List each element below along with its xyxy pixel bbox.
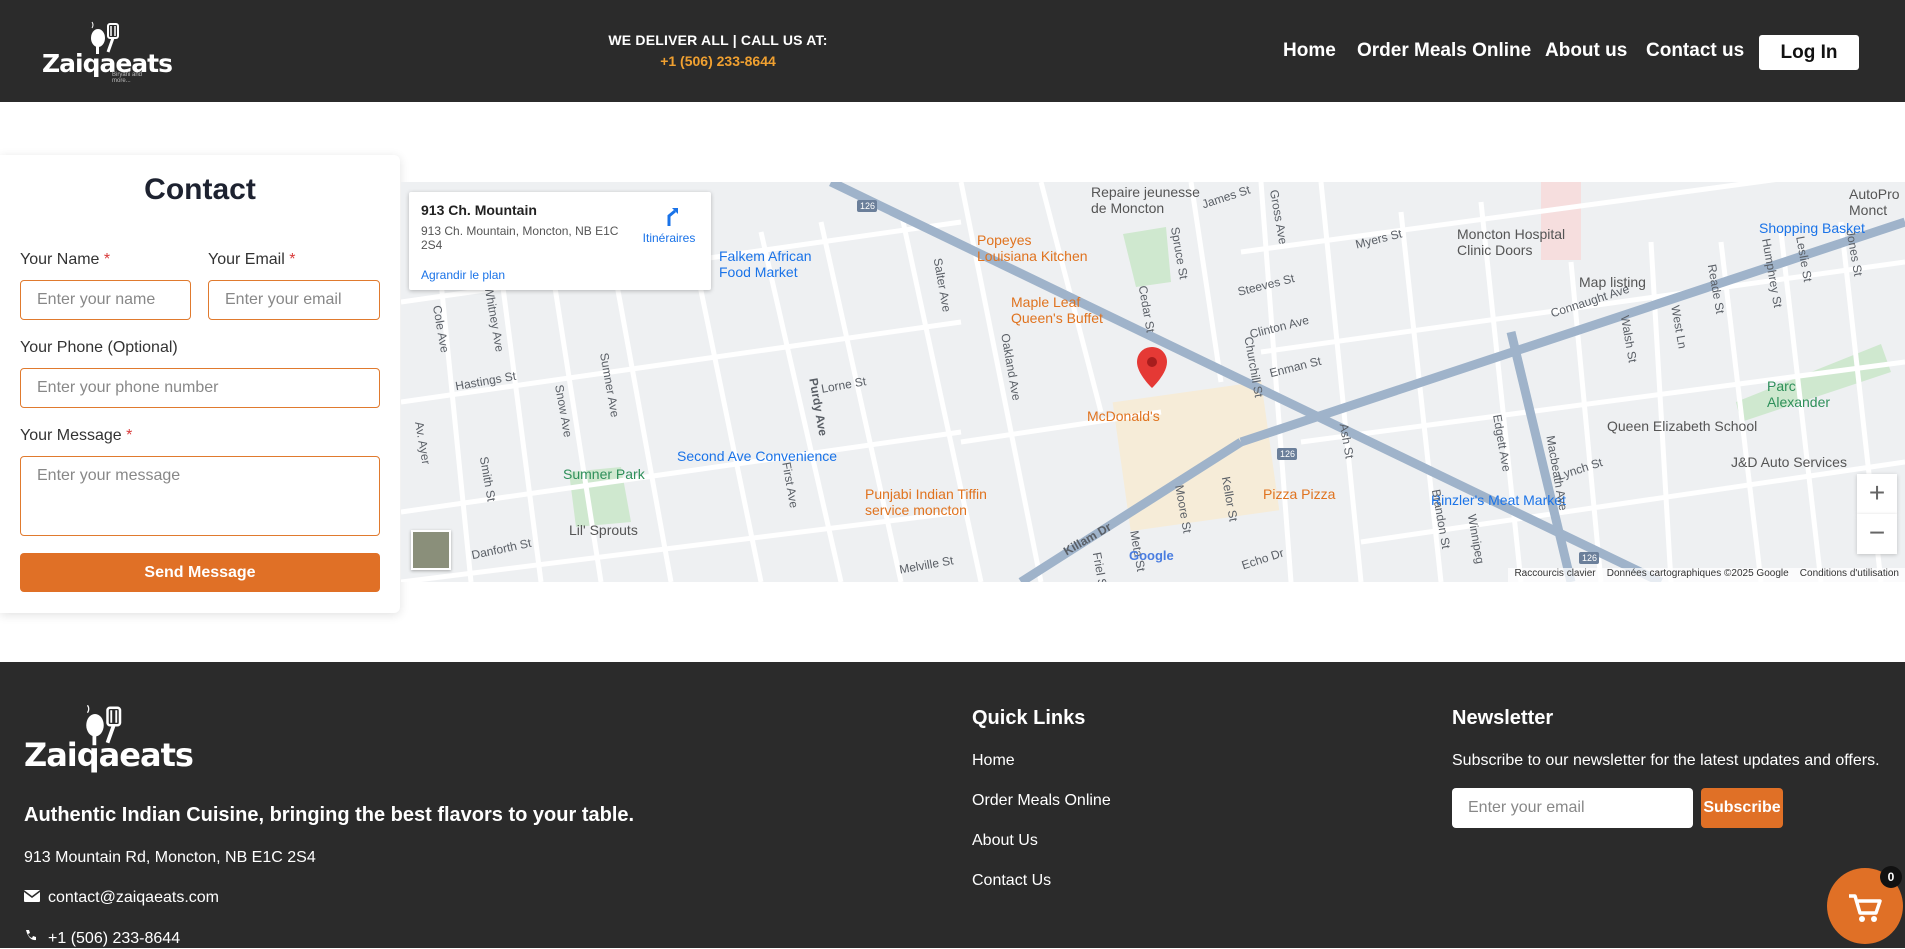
logo[interactable]: Zaiqaeats Biryani and more... — [42, 20, 173, 84]
poi-pizza-pizza[interactable]: Pizza Pizza — [1263, 486, 1335, 502]
phone-icon — [24, 929, 42, 948]
svg-text:126: 126 — [860, 201, 875, 211]
nav-home[interactable]: Home — [1283, 40, 1336, 62]
zoom-out-button[interactable]: − — [1857, 514, 1897, 554]
email-label: Your Email * — [208, 251, 296, 268]
phone-label: Your Phone (Optional) — [20, 339, 178, 356]
svg-text:126: 126 — [1582, 553, 1597, 563]
poi-punjabi[interactable]: Punjabi Indian Tiffin service moncton — [865, 486, 987, 518]
footer-email[interactable]: contact@zaiqaeats.com — [23, 889, 219, 907]
map-info-card: 913 Ch. Mountain 913 Ch. Mountain, Monct… — [409, 192, 711, 290]
keyboard-shortcuts-link[interactable]: Raccourcis clavier — [1514, 568, 1595, 579]
zoom-in-button[interactable]: + — [1857, 474, 1897, 514]
poi-rinzler[interactable]: Rinzler's Meat Market — [1431, 492, 1566, 508]
footer-link-about[interactable]: About Us — [972, 832, 1038, 850]
poi-jd-auto[interactable]: J&D Auto Services — [1731, 454, 1847, 470]
newsletter-text: Subscribe to our newsletter for the late… — [1452, 752, 1880, 769]
newsletter-title: Newsletter — [1452, 707, 1554, 729]
deliver-text: WE DELIVER ALL | CALL US AT: — [608, 32, 828, 48]
map-attribution: Raccourcis clavier Données cartographiqu… — [1508, 568, 1905, 582]
site-footer: Zaiqaeats Authentic Indian Cuisine, brin… — [0, 662, 1905, 948]
logo-tagline: Biryani and more... — [112, 72, 143, 84]
contact-title: Contact — [144, 173, 256, 206]
satellite-toggle[interactable] — [411, 530, 451, 570]
footer-address: 913 Mountain Rd, Moncton, NB E1C 2S4 — [24, 849, 316, 866]
name-label: Your Name * — [20, 251, 111, 268]
newsletter-email-input[interactable]: Enter your email — [1452, 788, 1693, 828]
message-field[interactable]: Enter your message — [20, 456, 380, 536]
poi-repaire[interactable]: Repaire jeunesse de Moncton — [1091, 184, 1200, 216]
poi-lil-sprouts[interactable]: Lil' Sprouts — [569, 522, 638, 538]
footer-tagline: Authentic Indian Cuisine, bringing the b… — [24, 804, 635, 826]
map-data-credit: Données cartographiques ©2025 Google — [1606, 568, 1789, 579]
enlarge-map-link[interactable]: Agrandir le plan — [421, 268, 505, 282]
site-header: Zaiqaeats Biryani and more... WE DELIVER… — [0, 0, 1905, 102]
poi-second-ave[interactable]: Second Ave Convenience — [677, 448, 837, 464]
quick-links-title: Quick Links — [972, 707, 1086, 729]
header-phone[interactable]: +1 (506) 233-8644 — [560, 53, 876, 69]
phone-field[interactable]: Enter your phone number — [20, 368, 380, 408]
footer-link-home[interactable]: Home — [972, 752, 1015, 770]
terms-link[interactable]: Conditions d'utilisation — [1800, 568, 1899, 579]
directions-icon — [667, 208, 678, 226]
footer-logo[interactable]: Zaiqaeats — [24, 702, 194, 782]
poi-parc-alexander[interactable]: Parc Alexander — [1767, 378, 1830, 410]
login-button[interactable]: Log In — [1759, 35, 1859, 70]
footer-logo-text: Zaiqaeats — [24, 736, 194, 774]
place-address: 913 Ch. Mountain, Moncton, NB E1C 2S4 — [421, 224, 619, 252]
footer-link-order[interactable]: Order Meals Online — [972, 792, 1111, 810]
poi-mcdonalds[interactable]: McDonald's — [1087, 408, 1160, 424]
svg-text:126: 126 — [1280, 449, 1295, 459]
poi-falkem[interactable]: Falkem African Food Market — [719, 248, 812, 280]
cart-count-badge: 0 — [1880, 866, 1902, 888]
directions-button[interactable]: Itinéraires — [637, 206, 701, 245]
nav-contact[interactable]: Contact us — [1646, 40, 1744, 62]
name-field[interactable]: Enter your name — [20, 280, 191, 320]
poi-popeyes[interactable]: Popeyes Louisiana Kitchen — [977, 232, 1088, 264]
send-message-button[interactable]: Send Message — [20, 553, 380, 592]
footer-link-contact[interactable]: Contact Us — [972, 872, 1051, 890]
poi-autopro[interactable]: AutoPro Monct — [1849, 186, 1900, 218]
google-map[interactable]: 126 126 126 Repaire jeunesse de Moncton P… — [401, 182, 1905, 582]
poi-maple-leaf[interactable]: Maple Leaf Queen's Buffet — [1011, 294, 1103, 326]
poi-hospital[interactable]: Moncton Hospital Clinic Doors — [1457, 226, 1565, 258]
subscribe-button[interactable]: Subscribe — [1701, 788, 1783, 828]
envelope-icon — [23, 889, 42, 907]
poi-queen-elizabeth[interactable]: Queen Elizabeth School — [1607, 418, 1757, 434]
contact-card: Contact Your Name * Enter your name Your… — [0, 155, 400, 613]
poi-sumner-park[interactable]: Sumner Park — [563, 466, 645, 482]
footer-phone[interactable]: +1 (506) 233-8644 — [24, 929, 180, 948]
nav-order-meals[interactable]: Order Meals Online — [1357, 40, 1531, 62]
place-title: 913 Ch. Mountain — [421, 202, 537, 218]
email-field[interactable]: Enter your email — [208, 280, 380, 320]
delivery-info: WE DELIVER ALL | CALL US AT: +1 (506) 23… — [560, 32, 876, 69]
google-logo: Google — [1129, 548, 1174, 563]
nav-about[interactable]: About us — [1545, 40, 1627, 62]
message-label: Your Message * — [20, 427, 133, 444]
